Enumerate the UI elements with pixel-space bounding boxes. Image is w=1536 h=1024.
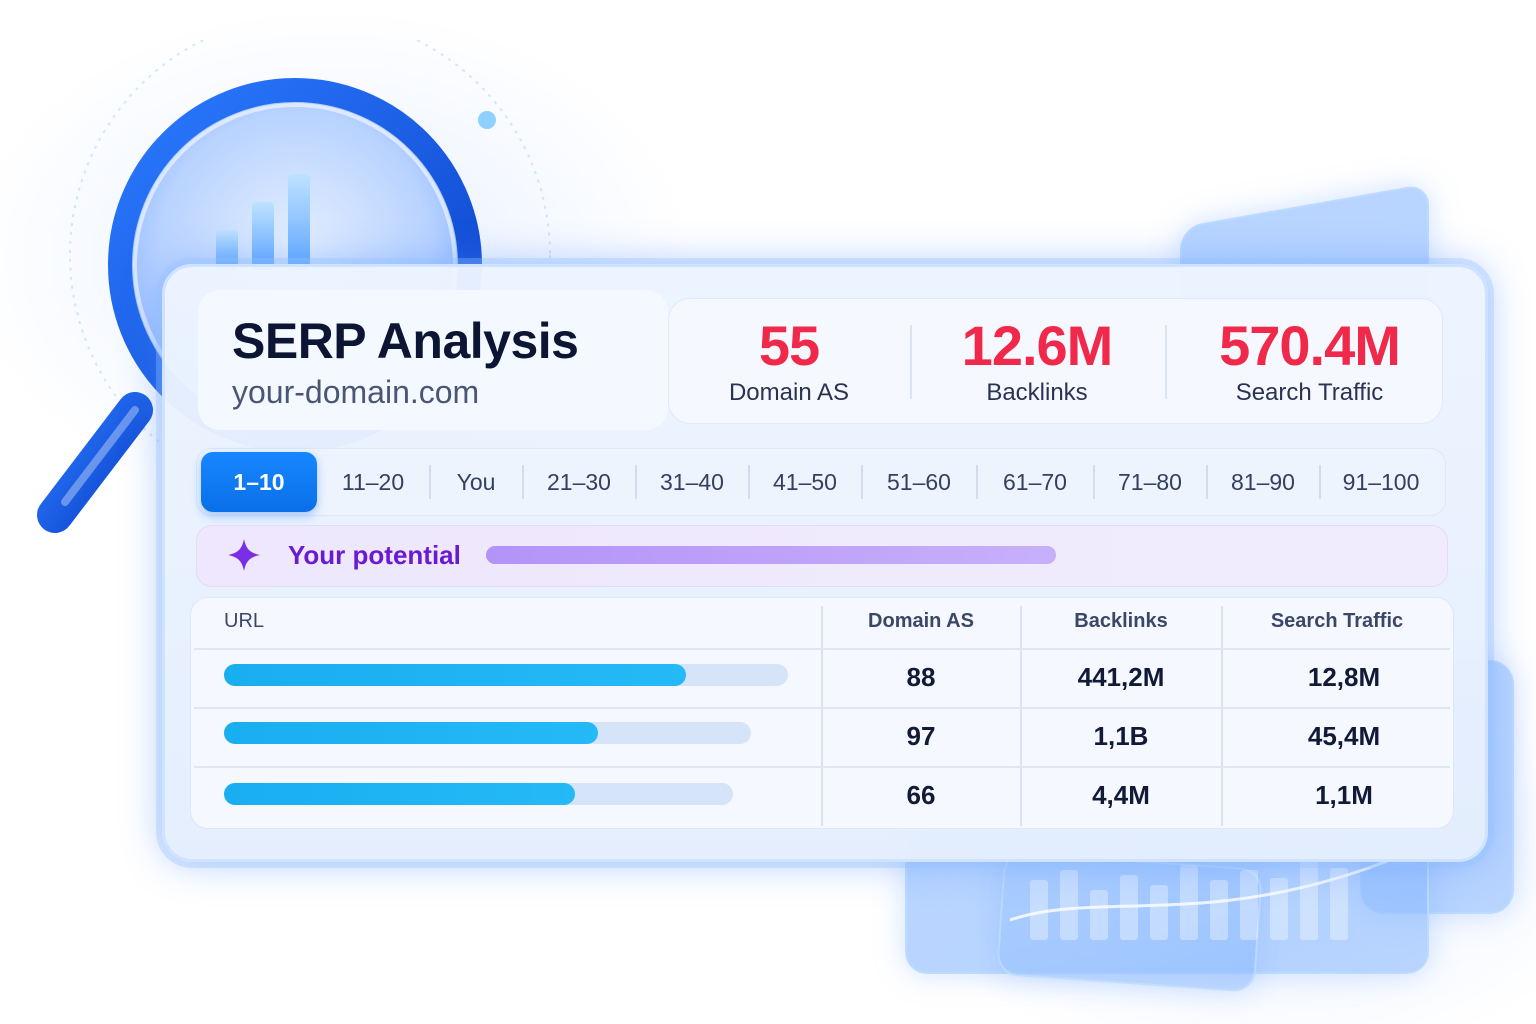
column-header-domain-as: Domain AS	[868, 610, 974, 632]
stat-search-traffic: 570.4M Search Traffic	[1187, 299, 1432, 423]
decorative-bars-icon	[1010, 858, 1390, 940]
stat-backlinks: 12.6M Backlinks	[931, 299, 1143, 423]
tab-21-30[interactable]: 21–30	[523, 449, 635, 515]
potential-label: Your potential	[288, 540, 461, 570]
table-cell-traffic: 1,1M	[1315, 780, 1373, 810]
tab-31-40[interactable]: 31–40	[636, 449, 748, 515]
url-bar	[224, 783, 575, 805]
stat-value: 12.6M	[961, 314, 1114, 377]
tab-51-60[interactable]: 51–60	[862, 449, 976, 515]
table-cell-domain-as: 97	[906, 721, 936, 751]
tab-71-80[interactable]: 71–80	[1094, 449, 1206, 515]
table-cell-backlinks: 1,1B	[1093, 721, 1149, 751]
stat-label: Domain AS	[728, 379, 850, 406]
tab-91-100[interactable]: 91–100	[1320, 449, 1442, 515]
stats-panel: 55 Domain AS 12.6M Backlinks 570.4M Sear…	[668, 298, 1443, 424]
stat-label: Backlinks	[986, 379, 1088, 406]
sparkle-icon	[228, 539, 260, 571]
tab-11-20[interactable]: 11–20	[317, 449, 429, 515]
column-header-backlinks: Backlinks	[1074, 610, 1168, 632]
table-cell-domain-as: 88	[906, 662, 936, 692]
table-cell-domain-as: 66	[906, 780, 936, 810]
row-divider	[194, 648, 1450, 650]
table-cell-traffic: 12,8M	[1307, 662, 1381, 692]
tab-81-90[interactable]: 81–90	[1207, 449, 1319, 515]
table-cell-backlinks: 4,4M	[1092, 780, 1150, 810]
page-title: SERP Analysis	[232, 313, 579, 369]
column-header-search-traffic: Search Traffic	[1270, 610, 1404, 632]
stat-divider	[910, 325, 912, 399]
row-divider	[194, 707, 1450, 709]
row-divider	[194, 766, 1450, 768]
pagination-tabs: 1–10 11–20 You 21–30 31–40 41–50 51–60 6…	[196, 448, 1446, 516]
tab-61-70[interactable]: 61–70	[977, 449, 1093, 515]
url-bar	[224, 722, 598, 744]
potential-bar	[486, 546, 1056, 564]
url-bar	[224, 664, 686, 686]
stat-domain-as: 55 Domain AS	[699, 299, 879, 423]
stat-label: Search Traffic	[1235, 379, 1384, 406]
tab-you[interactable]: You	[430, 449, 522, 515]
domain-label: your-domain.com	[232, 374, 480, 410]
table-cell-backlinks: 441,2M	[1077, 662, 1165, 692]
column-header-url: URL	[224, 610, 265, 632]
stat-divider	[1165, 325, 1167, 399]
stat-value: 55	[758, 314, 820, 377]
tab-1-10[interactable]: 1–10	[201, 452, 317, 512]
stat-value: 570.4M	[1219, 314, 1401, 377]
tab-41-50[interactable]: 41–50	[749, 449, 861, 515]
column-divider	[1221, 606, 1223, 826]
table-cell-traffic: 45,4M	[1307, 721, 1381, 751]
